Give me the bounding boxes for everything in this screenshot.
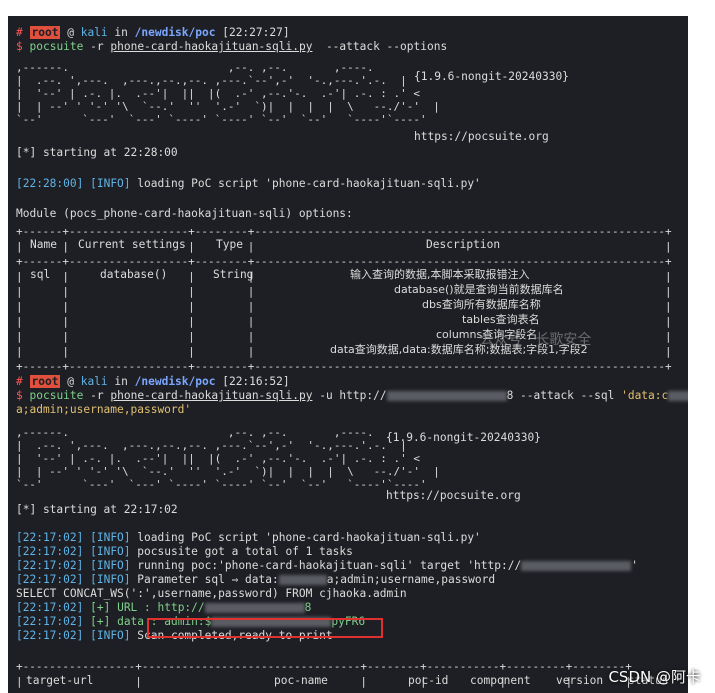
watermark-bottom: CSDN @阿卡 xyxy=(608,668,701,686)
terminal-window[interactable]: # root @ kali in /newdisk/poc [22:27:27]… xyxy=(8,16,688,693)
page-top-strip xyxy=(0,0,715,16)
table-cell-setting: database() xyxy=(100,268,168,281)
command-line-2-wrap: a;admin;username,password' xyxy=(16,403,192,416)
log-line-2b: [22:17:02] [INFO] pocsusite got a total … xyxy=(16,545,353,558)
result-header-target: target-url xyxy=(26,674,94,687)
select-line: SELECT CONCAT_WS(':',username,password) … xyxy=(16,587,407,600)
table-header-description: Description xyxy=(426,238,501,251)
table-header-name: Name xyxy=(30,238,57,251)
result-header-poc-id: poc-id xyxy=(408,674,449,687)
starting-line-2: [*] starting at 22:17:02 xyxy=(16,503,178,516)
command-line-2[interactable]: $ pocsuite -r phone-card-haokajituan-sql… xyxy=(16,389,688,403)
redacted-host xyxy=(386,391,507,401)
table-header-settings: Current settings xyxy=(78,238,186,251)
version-1: {1.9.6-nongit-20240330} xyxy=(414,70,569,83)
log-line-1: [22:28:00] [INFO] loading PoC script 'ph… xyxy=(16,177,481,190)
log-line-2c: [22:17:02] [INFO] running poc:'phone-car… xyxy=(16,559,638,572)
desc-line-3: dbs查询所有数据库名称 xyxy=(422,298,541,311)
starting-line-1: [*] starting at 22:28:00 xyxy=(16,146,178,159)
log-line-2d: [22:17:02] [INFO] Parameter sql ⇒ data: a… xyxy=(16,573,496,586)
ascii-banner-1: ,------. ,--. ,--. ,----. | .--. ',---. … xyxy=(16,61,440,126)
prompt-line-1: # root @ kali in /newdisk/poc [22:27:27] xyxy=(16,26,290,39)
table-cell-type: String xyxy=(213,268,254,281)
root-badge: root xyxy=(29,26,61,39)
desc-line-2: database()就是查询当前数据库名 xyxy=(394,283,564,296)
highlight-box xyxy=(147,618,383,638)
table-header-type: Type xyxy=(216,238,243,251)
redacted-db xyxy=(668,391,688,401)
pocsuite-url-2[interactable]: https://pocsuite.org xyxy=(386,489,521,503)
table-cell-name: sql xyxy=(30,268,51,281)
ascii-banner-2: ,------. ,--. ,--. ,----. | .--. ',---. … xyxy=(16,426,440,491)
desc-line-4: tables查询表名 xyxy=(462,313,540,326)
url-result-line: [22:17:02] [+] URL : http://8 xyxy=(16,601,312,614)
version-2: {1.9.6-nongit-20240330} xyxy=(386,431,541,444)
pocsuite-url-1[interactable]: https://pocsuite.org xyxy=(414,130,549,144)
prompt-line-2: # root @ kali in /newdisk/poc [22:16:52] xyxy=(16,375,290,388)
root-badge-2: root xyxy=(29,375,61,388)
result-header-version: version xyxy=(556,674,604,687)
desc-line-1: 输入查询的数据,本脚本采取报错注入 xyxy=(350,268,530,281)
result-header-poc-name: poc-name xyxy=(274,674,328,687)
result-header-component: component xyxy=(470,674,531,687)
module-line: Module (pocs_phone-card-haokajituan-sqli… xyxy=(16,207,353,220)
log-line-2a: [22:17:02] [INFO] loading PoC script 'ph… xyxy=(16,531,481,544)
watermark-mid: 公众号 · 长歌安全 xyxy=(480,332,592,348)
command-line-1[interactable]: $ pocsuite -r phone-card-haokajituan-sql… xyxy=(16,40,447,54)
